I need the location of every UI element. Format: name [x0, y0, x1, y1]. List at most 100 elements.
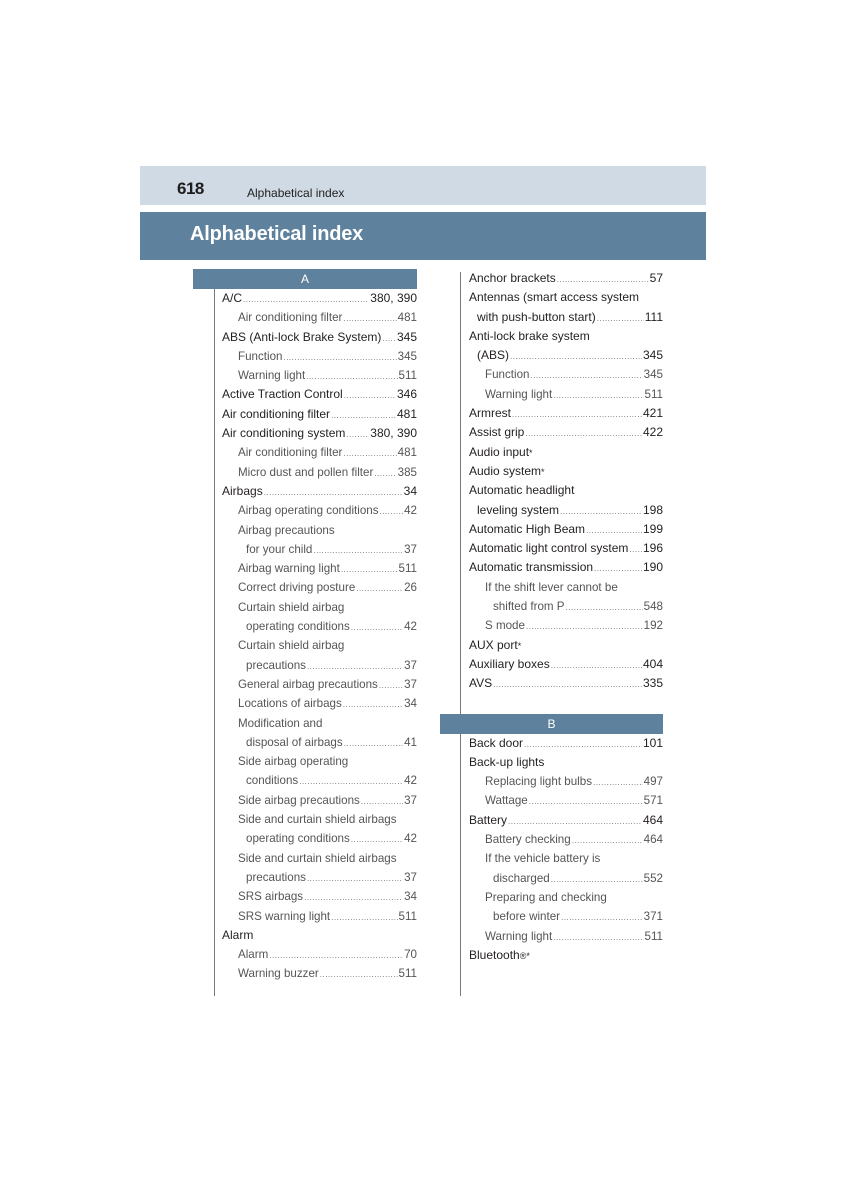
- index-entry: Air conditioning filter 481: [193, 405, 417, 424]
- leader-dots: [510, 347, 642, 366]
- index-entry: discharged 552: [440, 869, 663, 888]
- leader-dots: [530, 366, 642, 385]
- entry-label: Armrest: [469, 406, 511, 421]
- entry-label: Airbags: [222, 483, 263, 498]
- entry-label: Alarm: [238, 948, 269, 962]
- index-entry: If the vehicle battery is: [440, 849, 663, 868]
- page-reference: 371: [643, 910, 663, 924]
- entry-label: Air conditioning system: [222, 426, 346, 441]
- index-entry: Side airbag precautions 37: [193, 791, 417, 810]
- leader-dots: [343, 309, 396, 328]
- entry-label: Replacing light bulbs: [485, 775, 592, 789]
- entry-label: Airbag precautions: [238, 523, 335, 537]
- entry-label: Air conditioning filter: [222, 406, 331, 421]
- page-reference: 37: [404, 658, 417, 672]
- page-reference: 345: [642, 348, 663, 363]
- page-reference: 37: [404, 870, 417, 884]
- leader-dots: [306, 367, 397, 386]
- leader-dots: [307, 657, 403, 676]
- page-reference: 199: [642, 521, 663, 536]
- entry-label: S mode: [485, 619, 525, 633]
- index-entry: Battery 464: [440, 811, 663, 830]
- left-column: A A/C380, 390Air conditioning filter481A…: [193, 269, 417, 984]
- index-entry: Warning light 511: [193, 366, 417, 385]
- entry-label: Audio system: [469, 463, 542, 478]
- entry-label: Automatic transmission: [469, 560, 594, 575]
- page-reference: 70: [404, 948, 417, 962]
- index-entry: SRS airbags 34: [193, 887, 417, 906]
- leader-dots: [586, 521, 642, 540]
- index-list-a-left: A/C 380, 390 Air conditioning filter 481 ABS…: [193, 289, 417, 984]
- leader-dots: [524, 735, 642, 754]
- index-entry: General airbag precautions 37: [193, 675, 417, 694]
- entry-label: Antennas (smart access system: [469, 290, 640, 305]
- page-reference: 380, 390: [370, 291, 417, 305]
- leader-dots: [379, 676, 403, 695]
- entry-label: Audio input: [469, 444, 530, 459]
- entry-label: Preparing and checking: [485, 890, 607, 904]
- page-reference: 346: [396, 387, 417, 402]
- page-reference: 111: [644, 309, 663, 324]
- entry-label: Assist grip: [469, 425, 525, 440]
- running-header: 618 Alphabetical index: [140, 166, 706, 205]
- index-entry: Air conditioning filter 481: [193, 308, 417, 327]
- index-entry: Audio input *: [440, 443, 663, 462]
- leader-dots: [629, 540, 642, 559]
- entry-label: Automatic High Beam: [469, 521, 586, 536]
- entry-label: Battery checking: [485, 833, 571, 847]
- entry-label: SRS airbags: [238, 890, 304, 904]
- index-entry: Armrest 421: [440, 404, 663, 423]
- page-reference: 421: [642, 406, 663, 421]
- page-reference: 42: [404, 832, 417, 846]
- leader-dots: [553, 928, 643, 947]
- page-reference: 37: [404, 793, 417, 807]
- leader-dots: [374, 464, 396, 483]
- page-number: 618: [177, 179, 204, 198]
- page-reference: 464: [642, 812, 663, 827]
- leader-dots: [269, 946, 403, 965]
- page-reference: 37: [404, 542, 417, 556]
- entry-label: Auxiliary boxes: [469, 656, 550, 671]
- entry-label: discharged: [493, 871, 550, 885]
- page-reference: 335: [642, 676, 663, 691]
- entry-label: Anchor brackets: [469, 271, 556, 285]
- index-entry: Curtain shield airbag: [193, 598, 417, 617]
- entry-label: shifted from P: [493, 600, 565, 614]
- page-reference: 42: [404, 504, 417, 518]
- index-entry: Locations of airbags 34: [193, 694, 417, 713]
- leader-dots: [551, 656, 642, 675]
- index-entry: Wattage 571: [440, 791, 663, 810]
- leader-dots: [551, 870, 643, 889]
- entry-label: Locations of airbags: [238, 697, 342, 711]
- index-entry: operating conditions 42: [193, 829, 417, 848]
- entry-label: Micro dust and pollen filter: [238, 465, 374, 479]
- index-entry: Side and curtain shield airbags: [193, 849, 417, 868]
- leader-dots: [307, 869, 403, 888]
- index-entry: (ABS) 345: [440, 346, 663, 365]
- entry-label: before winter: [493, 910, 561, 924]
- leader-dots: [320, 965, 398, 984]
- leader-dots: [344, 386, 396, 405]
- index-entry: Warning buzzer 511: [193, 964, 417, 983]
- leader-dots: [346, 425, 369, 444]
- index-entry: Replacing light bulbs 497: [440, 772, 663, 791]
- index-entry: Air conditioning system 380, 390: [193, 424, 417, 443]
- page-reference: 42: [404, 620, 417, 634]
- page-reference: 41: [404, 735, 417, 749]
- index-entry: precautions 37: [193, 868, 417, 887]
- entry-label: operating conditions: [246, 620, 350, 634]
- page-reference: 37: [404, 677, 417, 691]
- index-entry: Side airbag operating: [193, 752, 417, 771]
- entry-label: Air conditioning filter: [238, 446, 343, 460]
- entry-label: operating conditions: [246, 832, 350, 846]
- index-entry: Curtain shield airbag: [193, 636, 417, 655]
- page-reference: 34: [404, 890, 417, 904]
- page-reference: 192: [643, 619, 663, 633]
- entry-label: disposal of airbags: [246, 735, 343, 749]
- page-reference: 552: [643, 871, 663, 885]
- index-entry: SRS warning light 511: [193, 907, 417, 926]
- leader-dots: [561, 908, 643, 927]
- entry-label: Side airbag operating: [238, 755, 349, 769]
- leader-dots: [526, 617, 643, 636]
